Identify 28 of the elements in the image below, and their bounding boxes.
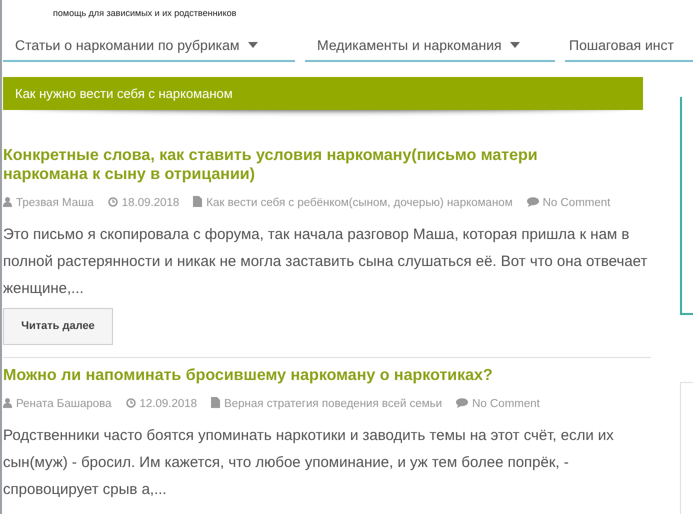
post-author[interactable]: Трезвая Маша: [16, 197, 94, 209]
user-icon: [3, 197, 12, 207]
clock-icon: [108, 197, 118, 207]
clock-icon: [126, 398, 136, 408]
post-category[interactable]: Как вести себя с ребёнком(сыном, дочерью) наркоманом: [206, 197, 513, 209]
caret-icon: [510, 42, 520, 48]
nav-link[interactable]: Статьи о наркомании по рубрикам: [3, 30, 295, 62]
nav-link[interactable]: Медикаменты и наркомания: [305, 30, 555, 62]
post-comments[interactable]: No Comment: [472, 398, 540, 410]
post-date: 18.09.2018: [122, 197, 180, 209]
category-banner: Как нужно вести себя с наркоманом: [3, 77, 643, 110]
read-more-button[interactable]: Читать далее: [3, 308, 113, 345]
post-author[interactable]: Рената Башарова: [16, 398, 112, 410]
post-title[interactable]: Можно ли напоминать бросившему наркоману о наркотиках?: [3, 366, 593, 385]
post-excerpt: Это письмо я скопировала с форума, так начала разговор Маша, которая пришла к нам в полной растерянности и никак не могла заставить сына слушаться её. Вот что она отвечает женщине,...: [3, 225, 648, 299]
caret-icon: [248, 42, 258, 48]
speech-bubble-icon: [456, 398, 468, 408]
document-icon: [193, 196, 202, 207]
post-excerpt: Родственники часто боятся упоминать наркотики и заводить темы на этот счёт, если их сын(муж) - бросил. Им кажется, что любое упоминание, и уж тем более попрёк, - спровоцирует срыв а,...: [3, 426, 615, 500]
speech-bubble-icon: [526, 197, 539, 207]
post-category[interactable]: Верная стратегия поведения всей семьи: [224, 398, 442, 410]
nav-link[interactable]: Пошаговая инст: [565, 30, 693, 62]
post-date: 12.09.2018: [140, 398, 198, 410]
post-comments[interactable]: No Comment: [542, 197, 610, 209]
site-tagline: помощь для зависимых и их родственников: [53, 8, 236, 18]
user-icon: [3, 398, 12, 408]
post-title[interactable]: Конкретные слова, как ставить условия наркоману(письмо матери наркомана к сыну в отрицании): [3, 146, 593, 184]
document-icon: [211, 397, 220, 408]
